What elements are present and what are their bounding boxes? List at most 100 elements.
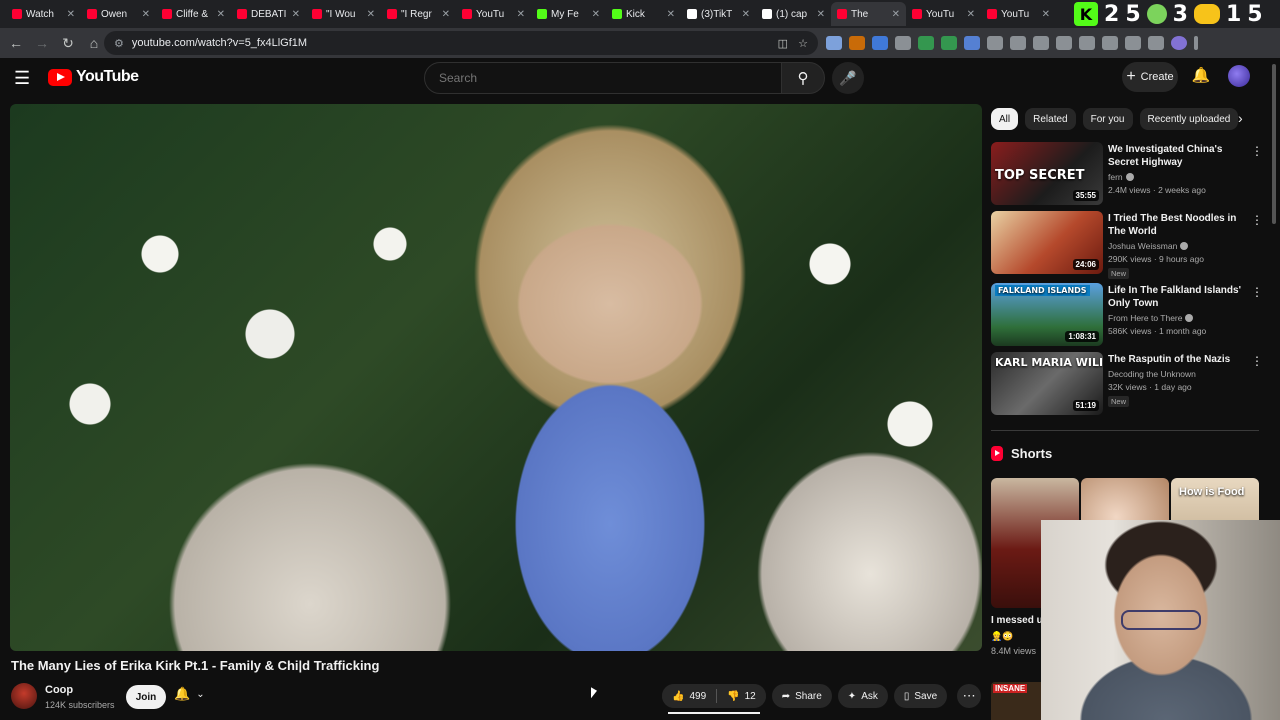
close-tab-icon[interactable]: ✕ — [742, 9, 750, 20]
close-tab-icon[interactable]: ✕ — [67, 9, 75, 20]
hamburger-menu-icon[interactable]: ☰ — [14, 68, 34, 88]
more-options-icon[interactable]: ⋮ — [1251, 144, 1263, 158]
create-button[interactable]: + Create — [1122, 62, 1178, 92]
ask-button[interactable]: ✦ Ask — [837, 684, 888, 708]
video-thumbnail[interactable]: FALKLAND ISLANDS 1:08:31 — [991, 283, 1103, 346]
share-button[interactable]: ➦ Share — [771, 684, 832, 708]
recommendation-title[interactable]: Life In The Falkland Islands' Only Town — [1108, 284, 1244, 310]
reload-icon[interactable]: ↻ — [56, 31, 80, 55]
close-tab-icon[interactable]: ✕ — [1042, 9, 1050, 20]
save-button[interactable]: ▯ Save — [893, 684, 948, 708]
history-icon[interactable] — [1033, 36, 1049, 50]
extension-icon[interactable] — [872, 36, 888, 50]
browser-tab[interactable]: "I Regr ✕ — [381, 2, 456, 26]
more-actions-icon[interactable]: ⋯ — [957, 684, 982, 708]
extension-icon[interactable] — [1148, 36, 1164, 50]
close-tab-icon[interactable]: ✕ — [142, 9, 150, 20]
browser-tab[interactable]: YouTu ✕ — [456, 2, 531, 26]
close-tab-icon[interactable]: ✕ — [817, 9, 825, 20]
extension-icon[interactable] — [1056, 36, 1072, 50]
join-button[interactable]: Join — [126, 685, 166, 709]
browser-tab[interactable]: The ✕ — [831, 2, 906, 26]
extension-icon[interactable] — [918, 36, 934, 50]
subscription-bell-button[interactable]: 🔔 ⌄ — [174, 686, 205, 702]
recommendation-item[interactable]: FALKLAND ISLANDS 1:08:31 Life In The Falkl… — [991, 283, 1263, 347]
close-tab-icon[interactable]: ✕ — [892, 9, 900, 20]
close-tab-icon[interactable]: ✕ — [442, 9, 450, 20]
short-caption[interactable]: I messed u — [991, 615, 1043, 626]
extension-icon[interactable] — [1010, 36, 1026, 50]
close-tab-icon[interactable]: ✕ — [967, 9, 975, 20]
search-button[interactable]: ⚲ — [781, 62, 825, 94]
menu-icon[interactable] — [1194, 36, 1198, 50]
close-tab-icon[interactable]: ✕ — [592, 9, 600, 20]
back-icon[interactable]: ← — [4, 31, 28, 55]
youtube-logo[interactable]: YouTube — [48, 68, 139, 86]
browser-tab[interactable]: (3)TikT ✕ — [681, 2, 756, 26]
chevron-right-icon[interactable]: › — [1238, 110, 1243, 126]
browser-tab[interactable]: "I Wou ✕ — [306, 2, 381, 26]
close-tab-icon[interactable]: ✕ — [367, 9, 375, 20]
search-box[interactable] — [424, 62, 782, 94]
chip-for-you[interactable]: For you — [1082, 108, 1133, 130]
recommendation-item[interactable]: KARL MARIA WILIGUT 51:19 The Rasputin of t… — [991, 352, 1263, 416]
extension-icon[interactable] — [941, 36, 957, 50]
address-bar[interactable]: ⚙ youtube.com/watch?v=5_fx4LlGf1M ◫ ☆ — [104, 31, 818, 55]
recommendation-item[interactable]: TOP SECRET 35:55 We Investigated China's S… — [991, 142, 1263, 206]
profile-icon[interactable] — [1171, 36, 1187, 50]
browser-tab[interactable]: Kick ✕ — [606, 2, 681, 26]
bookmark-star-icon[interactable]: ☆ — [798, 37, 808, 50]
recommendation-title[interactable]: The Rasputin of the Nazis — [1108, 353, 1244, 366]
forward-icon[interactable]: → — [30, 31, 54, 55]
browser-tab[interactable]: YouTu ✕ — [981, 2, 1056, 26]
extension-icon[interactable] — [826, 36, 842, 50]
recommendation-channel[interactable]: Decoding the Unknown — [1108, 369, 1196, 379]
video-player[interactable] — [10, 104, 982, 651]
chip-all[interactable]: All — [991, 108, 1019, 130]
extension-icon[interactable] — [987, 36, 1003, 50]
site-info-icon[interactable]: ⚙ — [114, 37, 124, 50]
short-thumbnail[interactable]: INSANE — [991, 682, 1041, 720]
recommendation-title[interactable]: I Tried The Best Noodles in The World — [1108, 212, 1244, 238]
close-tab-icon[interactable]: ✕ — [667, 9, 675, 20]
recommendation-item[interactable]: 24:06 I Tried The Best Noodles in The Wor… — [991, 211, 1263, 279]
install-icon[interactable]: ◫ — [778, 37, 788, 50]
channel-avatar[interactable] — [11, 683, 37, 709]
recommendation-title[interactable]: We Investigated China's Secret Highway — [1108, 143, 1244, 169]
channel-name[interactable]: Coop — [45, 684, 73, 696]
video-thumbnail[interactable]: KARL MARIA WILIGUT 51:19 — [991, 352, 1103, 415]
recommendation-channel[interactable]: fern — [1108, 172, 1134, 182]
devtools-icon[interactable] — [1079, 36, 1095, 50]
browser-tab[interactable]: Cliffe & ✕ — [156, 2, 231, 26]
extension-icon[interactable] — [895, 36, 911, 50]
extension-icon[interactable] — [1125, 36, 1141, 50]
scrollbar[interactable] — [1272, 64, 1276, 224]
browser-tab[interactable]: My Fe ✕ — [531, 2, 606, 26]
more-options-icon[interactable]: ⋮ — [1251, 354, 1263, 368]
browser-tab[interactable]: Watch ✕ — [6, 2, 81, 26]
close-tab-icon[interactable]: ✕ — [517, 9, 525, 20]
close-tab-icon[interactable]: ✕ — [217, 9, 225, 20]
browser-tab[interactable]: YouTu ✕ — [906, 2, 981, 26]
like-button[interactable]: 👍 499 — [662, 684, 717, 708]
close-tab-icon[interactable]: ✕ — [292, 9, 300, 20]
recommendation-channel[interactable]: Joshua Weissman — [1108, 241, 1189, 251]
extension-icon[interactable] — [964, 36, 980, 50]
video-thumbnail[interactable]: TOP SECRET 35:55 — [991, 142, 1103, 205]
recommendation-channel[interactable]: From Here to There — [1108, 313, 1194, 323]
browser-tab[interactable]: Owen ✕ — [81, 2, 156, 26]
video-thumbnail[interactable]: 24:06 — [991, 211, 1103, 274]
home-icon[interactable]: ⌂ — [82, 31, 106, 55]
extension-icon[interactable] — [849, 36, 865, 50]
chip-recently-uploaded[interactable]: Recently uploaded — [1139, 108, 1239, 130]
voice-search-button[interactable]: 🎤 — [832, 62, 864, 94]
notifications-bell-icon[interactable]: 🔔 — [1190, 66, 1212, 88]
more-options-icon[interactable]: ⋮ — [1251, 213, 1263, 227]
dislike-button[interactable]: 👎 12 — [717, 684, 766, 708]
browser-tab[interactable]: (1) cap ✕ — [756, 2, 831, 26]
sidebar-icon[interactable] — [1102, 36, 1118, 50]
chip-related[interactable]: Related — [1025, 108, 1076, 130]
browser-tab[interactable]: DEBATI ✕ — [231, 2, 306, 26]
search-input[interactable] — [439, 71, 781, 85]
account-avatar[interactable] — [1228, 65, 1250, 87]
